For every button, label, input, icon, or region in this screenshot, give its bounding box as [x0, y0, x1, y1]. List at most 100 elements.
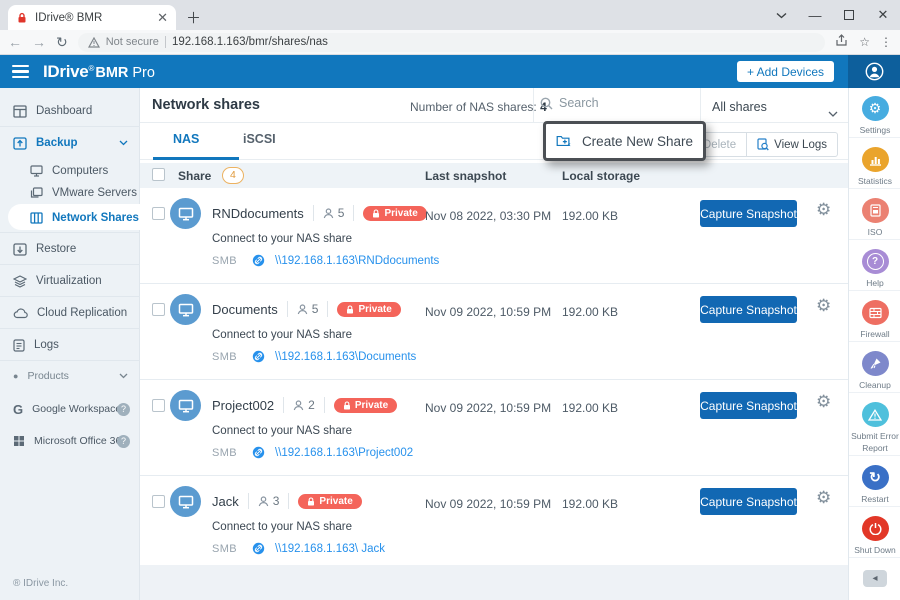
- iso-file-icon: [862, 198, 889, 223]
- row-checkbox[interactable]: [152, 303, 165, 316]
- browser-menu-kebab-icon[interactable]: ⋮: [880, 35, 892, 49]
- row-settings-gear-icon[interactable]: ⚙: [816, 297, 831, 314]
- not-secure-warning-icon: [88, 37, 100, 48]
- row-settings-gear-icon[interactable]: ⚙: [816, 393, 831, 410]
- sidebar-item-microsoft-office-365[interactable]: Microsoft Office 365 ?: [0, 426, 140, 456]
- sidebar-item-computers[interactable]: Computers: [0, 160, 140, 182]
- tool-cleanup[interactable]: Cleanup: [849, 343, 900, 393]
- nas-share-avatar-icon: [170, 486, 201, 517]
- browser-tab[interactable]: IDrive® BMR ✕: [8, 5, 176, 30]
- tool-submit-error-report[interactable]: Submit Error Report: [849, 394, 900, 456]
- help-question-badge-icon[interactable]: ?: [117, 435, 130, 448]
- create-new-share-button[interactable]: Create New Share: [543, 121, 706, 161]
- search-field[interactable]: [540, 96, 679, 110]
- row-checkbox[interactable]: [152, 399, 165, 412]
- sidebar-item-products[interactable]: ● Products: [0, 362, 140, 390]
- capture-snapshot-button[interactable]: Capture Snapshot: [700, 200, 797, 227]
- chevron-down-icon[interactable]: [828, 104, 838, 122]
- settings-gear-icon: ⚙: [862, 96, 889, 121]
- window-maximize-button[interactable]: [832, 0, 866, 30]
- firewall-icon: [862, 300, 889, 325]
- sidebar-label: Backup: [36, 137, 78, 149]
- collapse-rail-button[interactable]: ◂: [863, 570, 887, 587]
- new-tab-button[interactable]: ＋: [186, 7, 201, 28]
- sidebar-item-google-workspace[interactable]: G Google Workspace ?: [0, 394, 140, 424]
- capture-snapshot-button[interactable]: Capture Snapshot: [700, 392, 797, 419]
- user-count: 5: [297, 302, 319, 316]
- restore-icon: [13, 243, 27, 256]
- protocol-label: SMB: [212, 255, 252, 267]
- last-snapshot-value: Nov 08 2022, 03:30 PM: [425, 209, 551, 223]
- share-path-link[interactable]: \\192.168.1.163\Documents: [275, 351, 416, 363]
- dashboard-icon: [13, 105, 27, 118]
- share-path-link[interactable]: \\192.168.1.163\Project002: [275, 447, 413, 459]
- sidebar-item-logs[interactable]: Logs: [0, 330, 140, 360]
- power-icon: [862, 516, 889, 541]
- nas-count-label: Number of NAS shares:: [410, 100, 537, 114]
- row-checkbox[interactable]: [152, 495, 165, 508]
- tool-help[interactable]: ? Help: [849, 241, 900, 291]
- tool-statistics[interactable]: Statistics: [849, 139, 900, 189]
- window-minimize-button[interactable]: —: [798, 0, 832, 30]
- sidebar-label: Logs: [34, 339, 59, 351]
- hamburger-menu-icon[interactable]: [12, 65, 29, 79]
- search-input[interactable]: [559, 96, 679, 110]
- users-icon: [323, 208, 334, 219]
- column-last-snapshot: Last snapshot: [425, 169, 506, 183]
- capture-snapshot-button[interactable]: Capture Snapshot: [700, 488, 797, 515]
- address-bar[interactable]: Not secure 192.168.1.163/bmr/shares/nas: [78, 33, 826, 52]
- brand-reg: ®: [88, 64, 94, 73]
- protocol-label: SMB: [212, 351, 252, 363]
- private-badge: Private: [363, 206, 426, 221]
- help-question-badge-icon[interactable]: ?: [117, 403, 130, 416]
- window-close-button[interactable]: ✕: [866, 0, 900, 30]
- sidebar-item-restore[interactable]: Restore: [0, 234, 140, 264]
- virtualization-icon: [13, 275, 27, 288]
- profile-button[interactable]: [848, 55, 900, 88]
- bookmark-star-icon[interactable]: ☆: [859, 35, 870, 49]
- tool-settings[interactable]: ⚙ Settings: [849, 88, 900, 138]
- window-menu-chevron-icon[interactable]: [764, 0, 798, 30]
- share-page-icon[interactable]: [835, 34, 849, 50]
- lock-icon: [346, 305, 354, 314]
- app-logo: IDrive ® BMR Pro: [43, 62, 155, 82]
- lock-icon: [372, 209, 380, 218]
- view-logs-button[interactable]: View Logs: [747, 132, 838, 157]
- forward-icon[interactable]: →: [32, 34, 46, 50]
- link-icon: [252, 446, 265, 459]
- tab-close-icon[interactable]: ✕: [157, 10, 168, 26]
- sidebar-item-cloud-replication[interactable]: Cloud Replication: [0, 298, 140, 328]
- reload-icon[interactable]: ↻: [56, 34, 68, 51]
- user-count: 2: [293, 398, 315, 412]
- share-filter-dropdown[interactable]: All shares: [712, 100, 767, 114]
- help-icon: ?: [862, 249, 889, 274]
- tool-firewall[interactable]: Firewall: [849, 292, 900, 342]
- tab-nas[interactable]: NAS: [173, 132, 199, 146]
- row-settings-gear-icon[interactable]: ⚙: [816, 489, 831, 506]
- back-icon[interactable]: ←: [8, 34, 22, 50]
- capture-snapshot-button[interactable]: Capture Snapshot: [700, 296, 797, 323]
- tab-iscsi[interactable]: iSCSI: [243, 132, 276, 146]
- sidebar-item-dashboard[interactable]: Dashboard: [0, 96, 140, 126]
- add-devices-button[interactable]: + Add Devices: [737, 61, 834, 82]
- sidebar-item-network-shares[interactable]: Network Shares: [0, 206, 140, 230]
- sidebar-item-virtualization[interactable]: Virtualization: [0, 266, 140, 296]
- tool-restart[interactable]: ↻ Restart: [849, 457, 900, 507]
- tool-shut-down[interactable]: Shut Down: [849, 508, 900, 558]
- create-new-share-label: Create New Share: [582, 134, 693, 149]
- browser-tab-strip: IDrive® BMR ✕ ＋ — ✕: [0, 0, 900, 30]
- google-icon: G: [13, 402, 23, 417]
- sidebar-item-backup[interactable]: Backup: [0, 128, 140, 158]
- sidebar-item-vmware-servers[interactable]: VMware Servers: [0, 182, 140, 204]
- private-badge: Private: [334, 398, 397, 413]
- row-settings-gear-icon[interactable]: ⚙: [816, 201, 831, 218]
- sidebar-label: Network Shares: [52, 212, 139, 224]
- share-path-link[interactable]: \\192.168.1.163\RNDdocuments: [275, 255, 439, 267]
- row-checkbox[interactable]: [152, 207, 165, 220]
- tool-iso[interactable]: ISO: [849, 190, 900, 240]
- select-all-checkbox[interactable]: [152, 168, 165, 181]
- share-path-link[interactable]: \\192.168.1.163\ Jack: [275, 543, 385, 555]
- connect-hint: Connect to your NAS share: [212, 425, 352, 437]
- chevron-down-icon: [119, 370, 128, 382]
- connect-hint: Connect to your NAS share: [212, 329, 352, 341]
